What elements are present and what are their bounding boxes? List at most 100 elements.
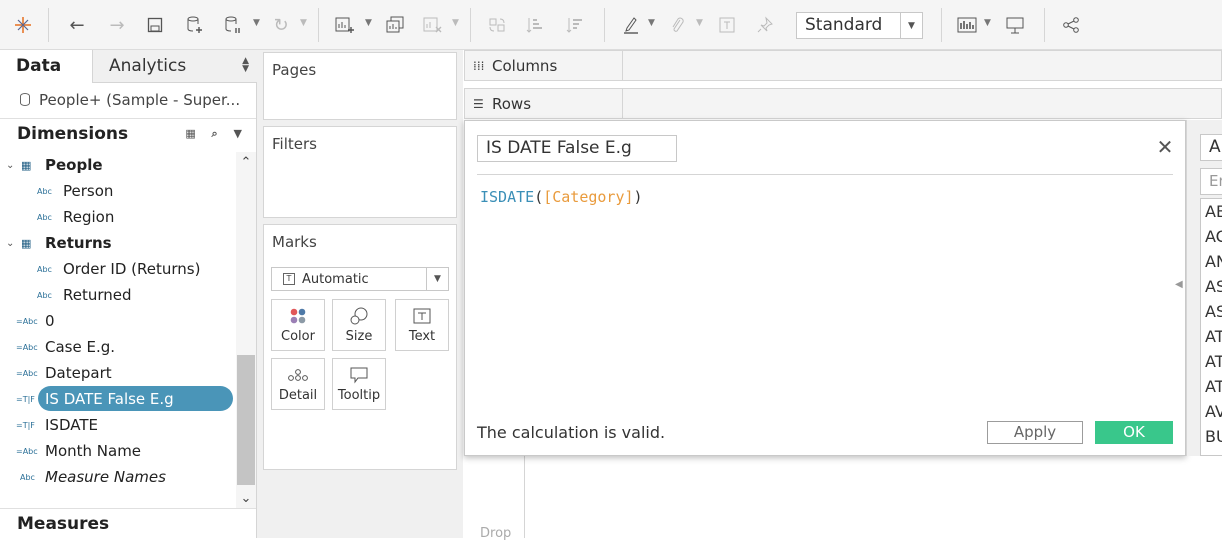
chevron-down-icon[interactable]: ▼ — [452, 18, 462, 32]
field-measure-names[interactable]: Abc Measure Names — [0, 464, 236, 490]
function-item[interactable]: ACOS — [1201, 224, 1222, 249]
field-is-date-false-eg[interactable]: =T|F IS DATE False E.g — [0, 386, 236, 412]
highlight-icon[interactable] — [618, 12, 644, 38]
field-region[interactable]: Abc Region — [0, 204, 236, 230]
calc-string-type-icon: =Abc — [16, 368, 38, 378]
size-mark-button[interactable]: Size — [332, 299, 386, 351]
function-item[interactable]: ABS — [1201, 199, 1222, 224]
view-size-value: Standard — [805, 15, 883, 35]
tab-scroll-arrows-icon[interactable]: ▲ ▼ — [242, 57, 249, 74]
field-order-id-returns[interactable]: Abc Order ID (Returns) — [0, 256, 236, 282]
share-icon[interactable] — [1058, 12, 1084, 38]
undo-icon[interactable]: ← — [64, 12, 90, 38]
datasource-item[interactable]: People+ (Sample - Super... — [0, 83, 256, 119]
swap-rows-columns-icon[interactable] — [484, 12, 510, 38]
text-mark-icon: T — [283, 273, 295, 285]
chevron-down-icon[interactable]: ▼ — [253, 18, 263, 32]
field-month-name[interactable]: =Abc Month Name — [0, 438, 236, 464]
calculation-name-input[interactable]: IS DATE False E.g — [477, 135, 677, 162]
pause-updates-icon[interactable] — [220, 12, 246, 38]
field-person[interactable]: Abc Person — [0, 178, 236, 204]
save-icon[interactable] — [142, 12, 168, 38]
calc-string-type-icon: =Abc — [16, 446, 38, 456]
mark-type-select[interactable]: T Automatic ▼ — [271, 267, 449, 291]
function-item[interactable]: ATAN — [1201, 324, 1222, 349]
presentation-mode-icon[interactable] — [1002, 12, 1028, 38]
toolbar: ← → ▼ ↻ ▼ ▼ ▼ ▼ ▼ Standard ▼ ▼ — [0, 0, 1222, 50]
detail-mark-button[interactable]: Detail — [271, 358, 325, 410]
fix-axes-icon[interactable] — [752, 12, 778, 38]
field-label: Datepart — [45, 364, 112, 382]
rows-shelf[interactable]: ☰ Rows — [464, 88, 1222, 119]
function-item[interactable]: ATAN2 — [1201, 349, 1222, 374]
text-mark-button[interactable]: Text — [395, 299, 449, 351]
tab-analytics[interactable]: Analytics ▲ ▼ — [92, 50, 257, 83]
sort-ascending-icon[interactable] — [522, 12, 548, 38]
clear-sheet-icon[interactable] — [420, 12, 446, 38]
mark-type-value: Automatic — [302, 272, 369, 287]
sort-descending-icon[interactable] — [562, 12, 588, 38]
field-group-returns[interactable]: ⌄ ▦ Returns — [0, 230, 236, 256]
chevron-down-icon[interactable]: ▼ — [300, 18, 310, 32]
apply-button[interactable]: Apply — [987, 421, 1083, 444]
color-mark-button[interactable]: Color — [271, 299, 325, 351]
new-worksheet-icon[interactable] — [332, 12, 358, 38]
ok-button[interactable]: OK — [1095, 421, 1173, 444]
formula-field: [Category] — [543, 188, 634, 206]
function-item[interactable]: ASIN — [1201, 299, 1222, 324]
cards-area: Pages Filters Marks T Automatic ▼ Color … — [257, 50, 463, 538]
function-search-input[interactable]: Enter search text — [1200, 168, 1222, 195]
field-0[interactable]: =Abc 0 — [0, 308, 236, 334]
pages-card[interactable]: Pages — [263, 52, 457, 120]
dimensions-title: Dimensions — [17, 124, 129, 144]
function-category-select[interactable]: All — [1200, 134, 1222, 161]
show-me-icon[interactable] — [954, 12, 980, 38]
function-item[interactable]: ASCII — [1201, 274, 1222, 299]
duplicate-sheet-icon[interactable] — [382, 12, 408, 38]
chevron-down-icon[interactable]: ▼ — [365, 18, 375, 32]
function-list: ABS ACOS AND ASCII ASIN ATAN ATAN2 ATTR … — [1200, 198, 1222, 456]
function-item[interactable]: AND — [1201, 249, 1222, 274]
chevron-down-icon[interactable]: ▼ — [984, 18, 994, 32]
scroll-up-icon[interactable]: ⌃ — [236, 152, 256, 172]
toolbar-separator — [1044, 8, 1045, 42]
tooltip-mark-button[interactable]: Tooltip — [332, 358, 386, 410]
color-palette-icon — [272, 306, 324, 326]
field-datepart[interactable]: =Abc Datepart — [0, 360, 236, 386]
field-group-people[interactable]: ⌄ ▦ People — [0, 152, 236, 178]
columns-shelf[interactable]: ⁞⁞⁞ Columns — [464, 50, 1222, 81]
tooltip-mark-label: Tooltip — [337, 388, 381, 403]
field-returned[interactable]: Abc Returned — [0, 282, 236, 308]
view-options-icon[interactable]: ▦ ⌕ ▼ — [185, 127, 248, 141]
close-icon[interactable]: ✕ — [1155, 137, 1175, 157]
function-item[interactable]: ATTR — [1201, 374, 1222, 399]
tab-analytics-label: Analytics — [109, 56, 187, 76]
text-mark-label: Text — [408, 329, 436, 344]
field-case-eg[interactable]: =Abc Case E.g. — [0, 334, 236, 360]
collapse-chevron-icon[interactable]: ⌄ — [6, 160, 14, 171]
tab-data[interactable]: Data — [0, 50, 92, 83]
show-mark-labels-icon[interactable] — [714, 12, 740, 38]
view-size-select[interactable]: Standard ▼ — [796, 12, 923, 39]
refresh-icon[interactable]: ↻ — [268, 12, 294, 38]
new-datasource-icon[interactable] — [182, 12, 208, 38]
collapse-chevron-icon[interactable]: ⌄ — [6, 238, 14, 249]
scroll-down-icon[interactable]: ⌄ — [236, 488, 256, 508]
formula-function: ISDATE — [480, 188, 535, 206]
field-isdate[interactable]: =T|F ISDATE — [0, 412, 236, 438]
divider — [524, 455, 525, 538]
chevron-down-icon: ▼ — [426, 268, 448, 290]
field-list-scrollbar[interactable]: ⌃ ⌄ — [236, 152, 256, 508]
tableau-logo-icon[interactable] — [10, 12, 36, 38]
redo-icon[interactable]: → — [104, 12, 130, 38]
calc-boolean-type-icon: =T|F — [16, 420, 35, 430]
filters-card[interactable]: Filters — [263, 126, 457, 218]
chevron-down-icon[interactable]: ▼ — [696, 18, 706, 32]
group-members-icon[interactable] — [664, 12, 690, 38]
function-item[interactable]: BUFFER — [1201, 424, 1222, 449]
expand-panel-icon[interactable]: ◀ — [1175, 279, 1183, 290]
formula-editor[interactable]: ISDATE([Category]) — [480, 188, 643, 206]
function-item[interactable]: AVG — [1201, 399, 1222, 424]
scrollbar-thumb[interactable] — [237, 355, 255, 485]
chevron-down-icon[interactable]: ▼ — [648, 18, 658, 32]
